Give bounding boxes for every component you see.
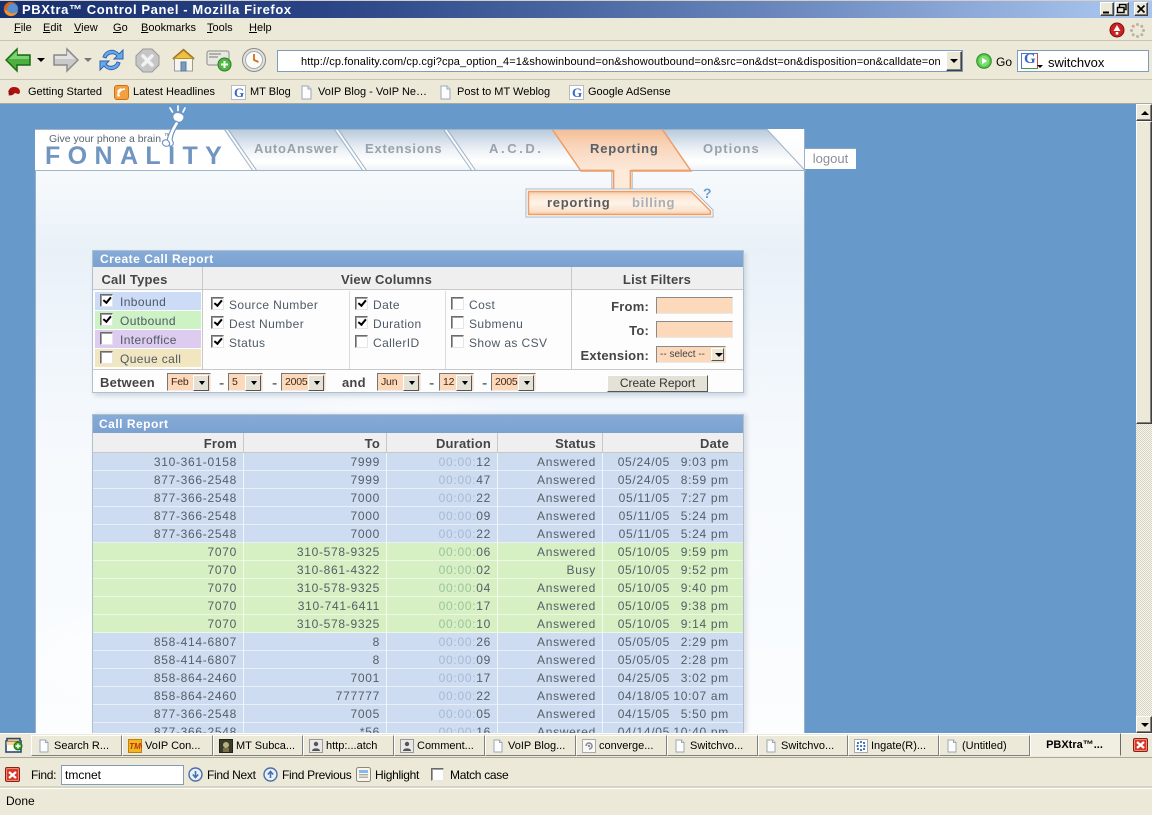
svg-text:G: G [234, 85, 244, 100]
svg-text:TMC: TMC [129, 742, 142, 751]
svg-text:G: G [572, 85, 582, 100]
